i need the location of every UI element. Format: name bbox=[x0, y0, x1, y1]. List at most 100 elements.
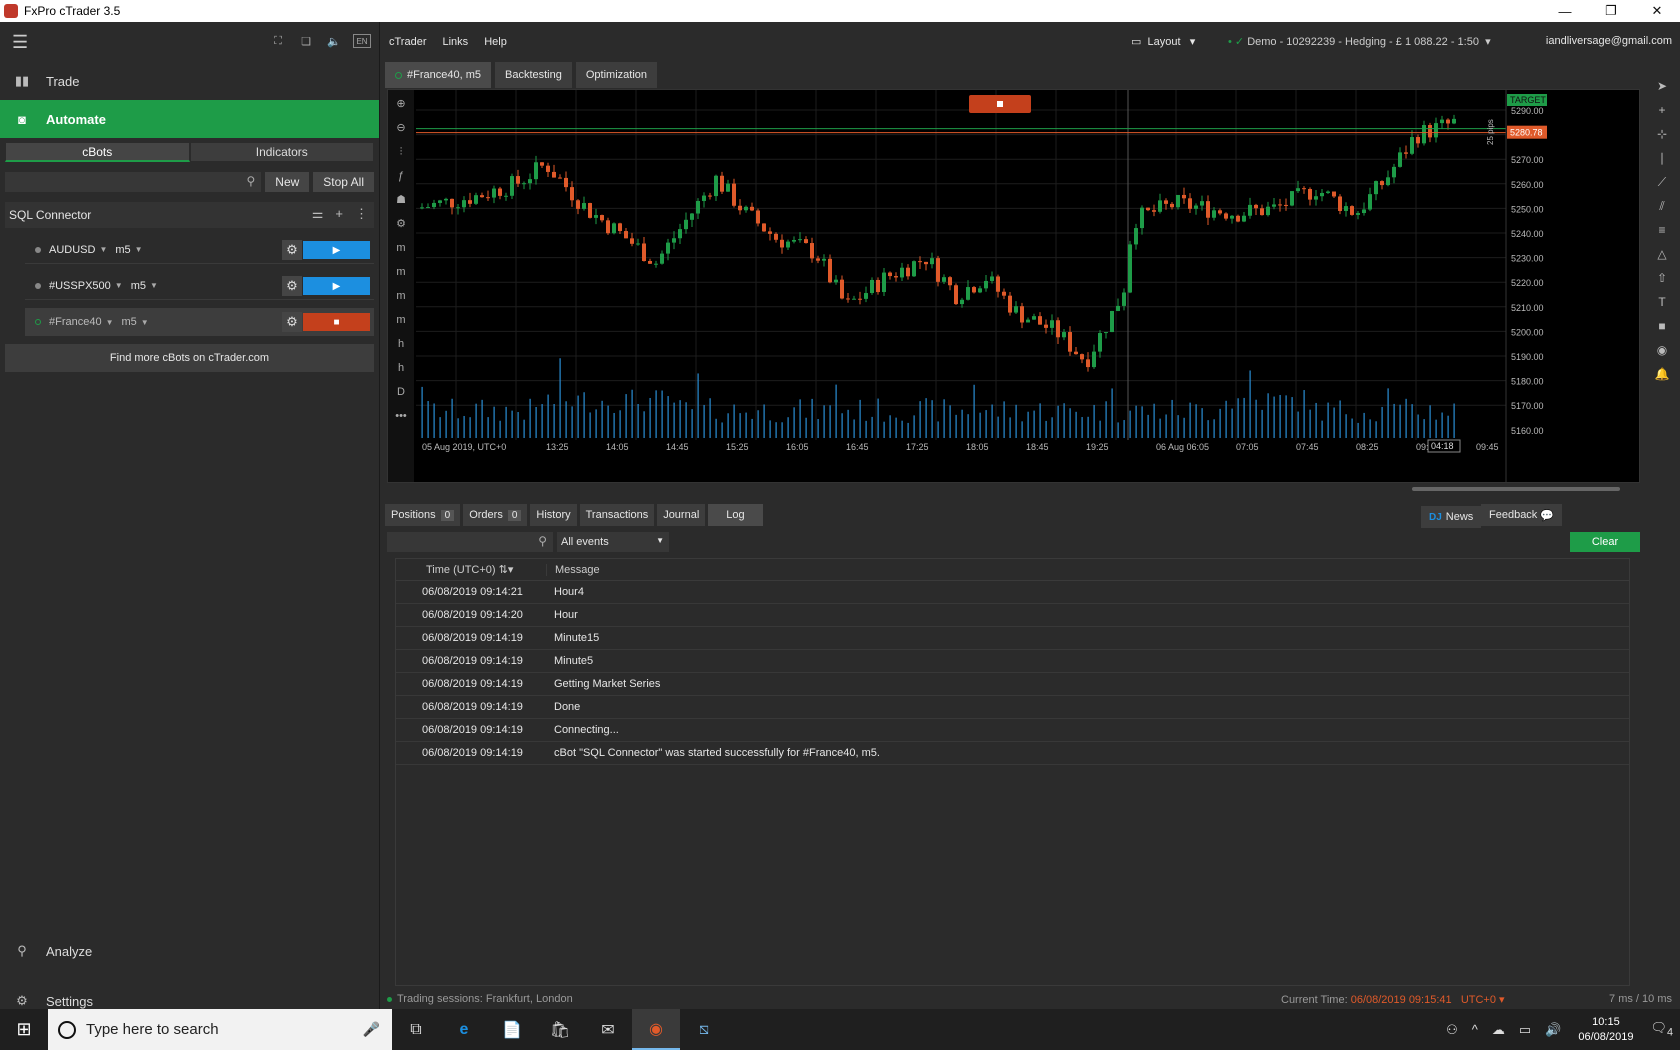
candle-body[interactable] bbox=[1134, 228, 1138, 245]
timeframe-d1-icon[interactable]: D bbox=[391, 382, 411, 402]
candle-body[interactable] bbox=[1290, 191, 1294, 206]
log-search-input[interactable]: ⚲ bbox=[387, 532, 553, 552]
timeframe-h1-icon[interactable]: h bbox=[391, 334, 411, 354]
candle-body[interactable] bbox=[630, 238, 634, 244]
add-instance-icon[interactable]: + bbox=[335, 206, 343, 222]
instance-symbol[interactable]: #USSPX500 bbox=[49, 280, 111, 292]
candle-body[interactable] bbox=[732, 183, 736, 206]
rectangle-icon[interactable]: ■ bbox=[1650, 316, 1674, 336]
play-instance-button[interactable]: ▶ bbox=[303, 241, 370, 259]
candle-body[interactable] bbox=[582, 203, 586, 209]
candle-body[interactable] bbox=[1272, 204, 1276, 207]
candle-body[interactable] bbox=[924, 261, 928, 265]
timeframe-h4-icon[interactable]: h bbox=[391, 358, 411, 378]
timeframe-m15-icon[interactable]: m bbox=[391, 286, 411, 306]
candle-body[interactable] bbox=[1344, 206, 1348, 211]
candle-body[interactable] bbox=[1224, 213, 1228, 219]
more-options-icon[interactable]: ⋮ bbox=[355, 206, 368, 222]
candle-body[interactable] bbox=[1104, 332, 1108, 334]
candle-body[interactable] bbox=[1014, 306, 1018, 313]
candle-body[interactable] bbox=[720, 175, 724, 192]
candle-body[interactable] bbox=[504, 195, 508, 197]
candle-body[interactable] bbox=[1446, 119, 1450, 124]
maximize-button[interactable]: ❐ bbox=[1588, 0, 1634, 22]
candlestick-plot[interactable]: 5290.00 5270.00 5260.00 5250.00 5240.00 5230.… bbox=[416, 90, 1639, 482]
candle-body[interactable] bbox=[1440, 119, 1444, 124]
menu-ctrader[interactable]: cTrader bbox=[389, 36, 427, 48]
new-cbot-button[interactable]: New bbox=[265, 172, 310, 192]
alert-bell-icon[interactable]: 🔔 bbox=[1650, 364, 1674, 384]
candle-body[interactable] bbox=[774, 233, 778, 240]
template-icon[interactable]: ☗ bbox=[391, 190, 411, 210]
candle-body[interactable] bbox=[906, 267, 910, 277]
candle-body[interactable] bbox=[1278, 204, 1282, 206]
candle-body[interactable] bbox=[606, 220, 610, 234]
cbot-instance-row[interactable]: #France40 ▼ m5 ▼ ⚙ ■ bbox=[25, 308, 374, 336]
candle-body[interactable] bbox=[624, 231, 628, 239]
candle-body[interactable] bbox=[954, 285, 958, 305]
candle-body[interactable] bbox=[702, 195, 706, 201]
candle-body[interactable] bbox=[840, 279, 844, 299]
windows-icon[interactable]: ❏ bbox=[297, 34, 315, 48]
candle-body[interactable] bbox=[810, 243, 814, 259]
clear-log-button[interactable]: Clear bbox=[1570, 532, 1640, 552]
candle-body[interactable] bbox=[474, 195, 478, 204]
instance-symbol[interactable]: AUDUSD bbox=[49, 244, 95, 256]
timeframe-m1-icon[interactable]: m bbox=[391, 238, 411, 258]
scrollbar-thumb[interactable] bbox=[1412, 487, 1620, 491]
people-icon[interactable]: ⚇ bbox=[1446, 1022, 1458, 1038]
candle-body[interactable] bbox=[570, 187, 574, 201]
candle-body[interactable] bbox=[1326, 191, 1330, 193]
candle-body[interactable] bbox=[1074, 351, 1078, 355]
candle-body[interactable] bbox=[558, 177, 562, 179]
candle-body[interactable] bbox=[1302, 188, 1306, 190]
candle-body[interactable] bbox=[612, 223, 616, 234]
candle-body[interactable] bbox=[1002, 291, 1006, 296]
candle-body[interactable] bbox=[1296, 188, 1300, 192]
candle-body[interactable] bbox=[1374, 181, 1378, 195]
ctrader-app-icon[interactable]: ◉ bbox=[632, 1009, 680, 1050]
candle-body[interactable] bbox=[816, 258, 820, 261]
candle-body[interactable] bbox=[1260, 208, 1264, 216]
chevron-down-icon[interactable]: ▼ bbox=[150, 281, 158, 290]
candle-body[interactable] bbox=[522, 183, 526, 185]
candle-body[interactable] bbox=[1386, 177, 1390, 186]
candle-body[interactable] bbox=[1152, 210, 1156, 212]
tab-journal[interactable]: Journal bbox=[657, 504, 706, 526]
store-icon[interactable]: 🛍 bbox=[536, 1009, 584, 1050]
candle-body[interactable] bbox=[1266, 206, 1270, 216]
tab-optimization[interactable]: Optimization bbox=[575, 62, 657, 88]
cbot-search-input[interactable]: ⚲ bbox=[5, 172, 262, 192]
candle-body[interactable] bbox=[1428, 125, 1432, 138]
candle-body[interactable] bbox=[972, 287, 976, 293]
candle-body[interactable] bbox=[942, 277, 946, 282]
candle-body[interactable] bbox=[714, 175, 718, 197]
tray-expand-icon[interactable]: ^ bbox=[1472, 1022, 1478, 1037]
mail-icon[interactable]: ✉ bbox=[584, 1009, 632, 1050]
candle-body[interactable] bbox=[912, 261, 916, 277]
candle-body[interactable] bbox=[468, 200, 472, 204]
candle-body[interactable] bbox=[1218, 210, 1222, 214]
candle-body[interactable] bbox=[666, 242, 670, 254]
candle-body[interactable] bbox=[1062, 332, 1066, 338]
candle-body[interactable] bbox=[564, 177, 568, 188]
candle-body[interactable] bbox=[594, 215, 598, 218]
close-button[interactable]: ✕ bbox=[1634, 0, 1680, 22]
candle-body[interactable] bbox=[1236, 215, 1240, 222]
candle-body[interactable] bbox=[1422, 125, 1426, 144]
candle-body[interactable] bbox=[1356, 213, 1360, 215]
menu-links[interactable]: Links bbox=[443, 36, 469, 48]
instance-symbol[interactable]: #France40 bbox=[49, 316, 102, 328]
log-row[interactable]: 06/08/2019 09:14:19 Getting Market Series bbox=[396, 673, 1629, 696]
tab-positions[interactable]: Positions 0 bbox=[385, 504, 461, 526]
candle-body[interactable] bbox=[1368, 194, 1372, 210]
candle-body[interactable] bbox=[726, 183, 730, 192]
candle-body[interactable] bbox=[1410, 137, 1414, 154]
account-selector[interactable]: • ✓ Demo - 10292239 - Hedging - £ 1 088.… bbox=[1228, 35, 1491, 48]
candle-body[interactable] bbox=[444, 198, 448, 201]
candle-body[interactable] bbox=[834, 279, 838, 283]
candle-body[interactable] bbox=[1392, 166, 1396, 178]
news-button[interactable]: DJ News bbox=[1421, 506, 1482, 528]
candle-body[interactable] bbox=[762, 223, 766, 232]
chevron-down-icon[interactable]: ▼ bbox=[115, 281, 123, 290]
